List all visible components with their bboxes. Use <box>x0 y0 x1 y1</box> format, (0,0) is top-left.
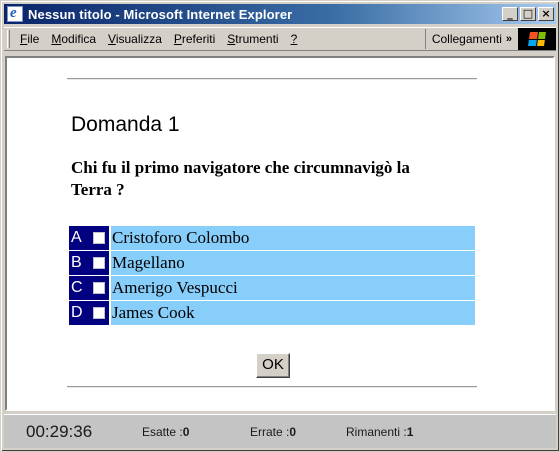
question-text: Chi fu il primo navigatore che circumnav… <box>71 158 410 199</box>
menu-visualizza[interactable]: Visualizza <box>102 32 168 46</box>
answer-text[interactable]: James Cook <box>111 301 475 325</box>
minimize-button[interactable]: _ <box>502 7 518 21</box>
bottom-divider <box>67 386 477 388</box>
page-content: Domanda 1 Chi fu il primo navigatore che… <box>5 56 555 411</box>
status-bar: 00:29:36 Esatte :0 Errate :0 Rimanenti :… <box>4 414 556 448</box>
browser-window: e Nessun titolo - Microsoft Internet Exp… <box>0 0 560 452</box>
answer-c[interactable]: C Amerigo Vespucci <box>69 276 475 300</box>
menu-help[interactable]: ? <box>285 32 304 46</box>
answer-text[interactable]: Cristoforo Colombo <box>111 226 475 250</box>
answer-text[interactable]: Magellano <box>111 251 475 275</box>
menu-bar: File Modifica Visualizza Preferiti Strum… <box>4 27 556 51</box>
top-divider <box>67 78 477 80</box>
menu-modifica[interactable]: Modifica <box>45 32 102 46</box>
answer-d[interactable]: D James Cook <box>69 301 475 325</box>
links-label: Collegamenti <box>431 32 502 46</box>
answer-checkbox[interactable] <box>93 307 105 319</box>
answer-b[interactable]: B Magellano <box>69 251 475 275</box>
question-title: Domanda 1 <box>71 113 180 136</box>
answer-checkbox[interactable] <box>93 282 105 294</box>
maximize-button[interactable]: □ <box>520 7 536 21</box>
answer-letter: A <box>71 229 82 246</box>
answer-letter: B <box>71 254 82 271</box>
window-title: Nessun titolo - Microsoft Internet Explo… <box>28 6 293 22</box>
answer-key: C <box>69 276 109 300</box>
answer-text[interactable]: Amerigo Vespucci <box>111 276 475 300</box>
answer-checkbox[interactable] <box>93 232 105 244</box>
answer-checkbox[interactable] <box>93 257 105 269</box>
timer: 00:29:36 <box>26 421 93 441</box>
menu-file[interactable]: File <box>14 32 45 46</box>
toolbar-grip[interactable] <box>7 30 10 48</box>
menu-strumenti[interactable]: Strumenti <box>221 32 284 46</box>
ok-button[interactable]: OK <box>256 353 290 378</box>
window-controls: _ □ × <box>500 7 554 21</box>
answer-key: D <box>69 301 109 325</box>
links-toolbar[interactable]: Collegamenti » <box>424 29 512 49</box>
menu-preferiti[interactable]: Preferiti <box>168 32 221 46</box>
chevron-icon[interactable]: » <box>506 33 512 45</box>
answer-list: A Cristoforo Colombo B Magellano C Ameri… <box>69 226 475 326</box>
wrong-count: Errate :0 <box>250 424 297 439</box>
answer-letter: C <box>71 279 83 296</box>
answer-key: B <box>69 251 109 275</box>
title-bar[interactable]: e Nessun titolo - Microsoft Internet Exp… <box>4 4 556 24</box>
answer-a[interactable]: A Cristoforo Colombo <box>69 226 475 250</box>
close-button[interactable]: × <box>538 7 554 21</box>
answer-letter: D <box>71 304 83 321</box>
correct-count: Esatte :0 <box>142 424 190 439</box>
answer-key: A <box>69 226 109 250</box>
windows-logo-icon <box>518 28 556 50</box>
internet-explorer-icon[interactable]: e <box>7 5 23 22</box>
remaining-count: Rimanenti :1 <box>346 424 414 439</box>
